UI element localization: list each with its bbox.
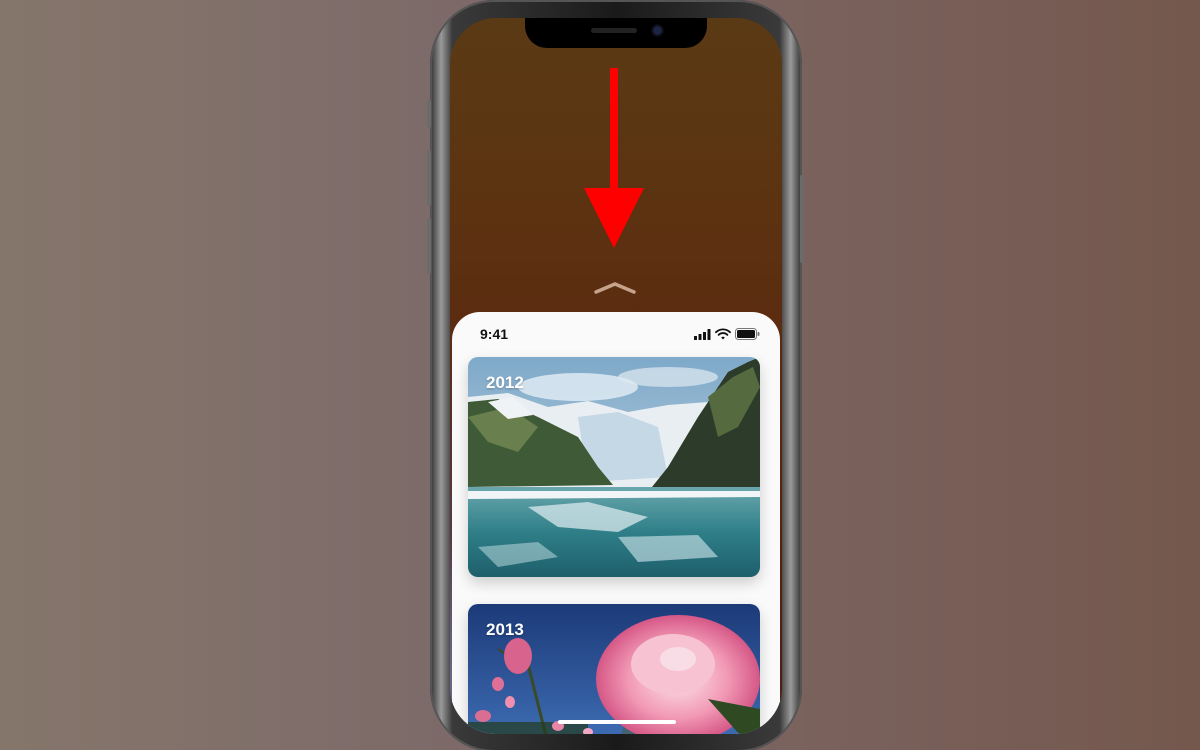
wifi-icon: [715, 328, 731, 340]
battery-icon: [735, 328, 760, 340]
red-down-arrow-icon: [584, 68, 644, 248]
chevron-up-icon[interactable]: [592, 281, 638, 295]
home-indicator[interactable]: [558, 720, 676, 724]
iphone-frame: 9:41 2012 2013: [427, 0, 804, 750]
card-year-label: 2013: [486, 620, 524, 639]
notch: [525, 18, 707, 48]
memory-card-2012[interactable]: 2012: [468, 357, 760, 577]
signal-icon: [694, 328, 711, 340]
volume-up-button: [427, 150, 431, 206]
earpiece-speaker: [591, 28, 637, 33]
card-year-label: 2012: [486, 373, 524, 392]
memory-card-2013[interactable]: 2013: [468, 604, 760, 734]
phone-screen[interactable]: 9:41 2012 2013: [450, 18, 782, 734]
status-bar: 9:41: [480, 326, 770, 346]
photo-memories-sheet[interactable]: 9:41 2012 2013: [452, 312, 780, 734]
power-button: [800, 175, 804, 263]
volume-down-button: [427, 218, 431, 274]
front-camera: [653, 26, 662, 35]
silent-switch: [427, 100, 431, 128]
status-time: 9:41: [480, 326, 509, 342]
